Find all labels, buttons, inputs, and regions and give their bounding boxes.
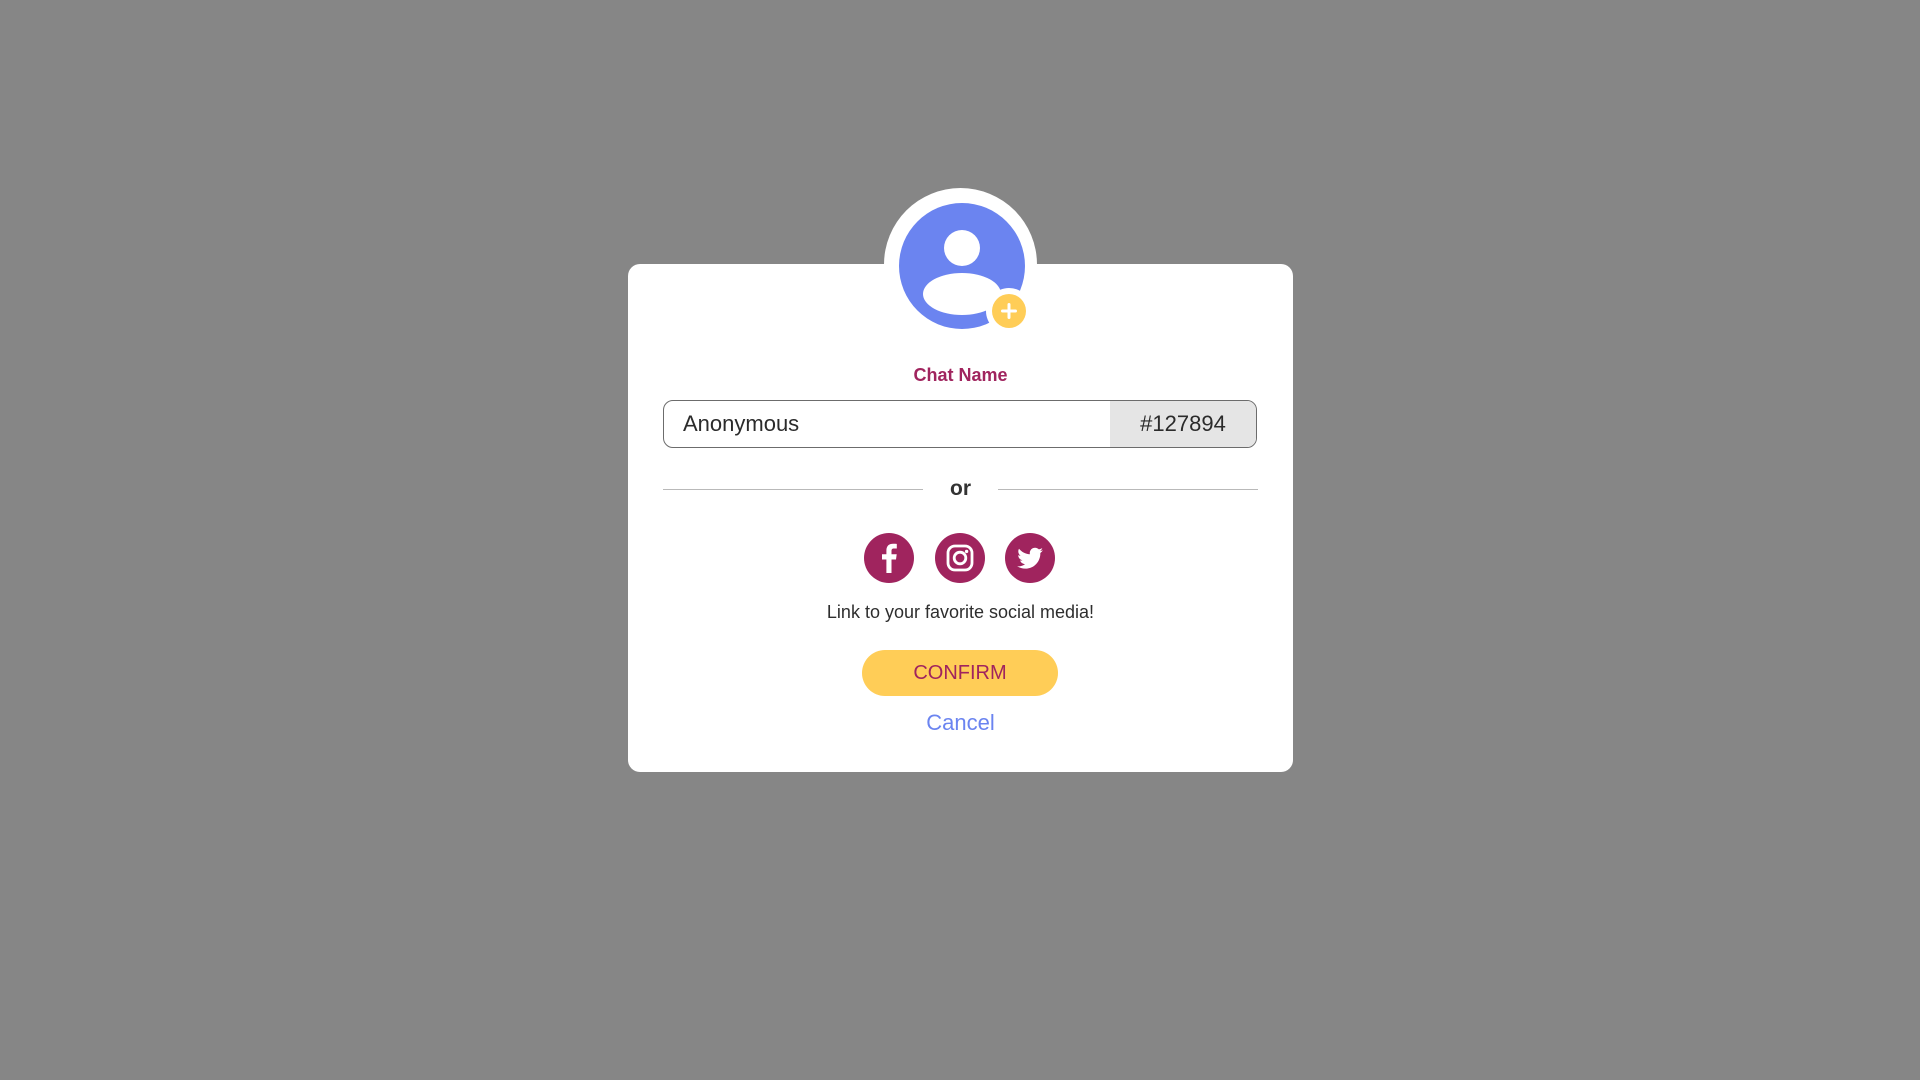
chat-name-tag: #127894	[1110, 401, 1256, 447]
plus-icon	[992, 294, 1026, 328]
confirm-button[interactable]: CONFIRM	[862, 650, 1058, 696]
instagram-button[interactable]	[935, 533, 985, 583]
social-caption: Link to your favorite social media!	[826, 602, 1095, 622]
chat-name-label: Chat Name	[913, 365, 1008, 385]
chat-name-field: #127894	[663, 400, 1257, 448]
facebook-button[interactable]	[864, 533, 914, 583]
divider-left	[663, 489, 923, 490]
twitter-button[interactable]	[1005, 533, 1055, 583]
add-avatar-button[interactable]	[986, 288, 1032, 334]
twitter-icon	[1017, 547, 1043, 569]
cancel-link[interactable]: Cancel	[628, 710, 1293, 736]
instagram-icon	[946, 544, 974, 572]
or-separator: or	[950, 477, 971, 500]
divider-right	[998, 489, 1258, 490]
chat-name-input[interactable]	[664, 401, 1110, 447]
facebook-icon	[882, 543, 897, 573]
